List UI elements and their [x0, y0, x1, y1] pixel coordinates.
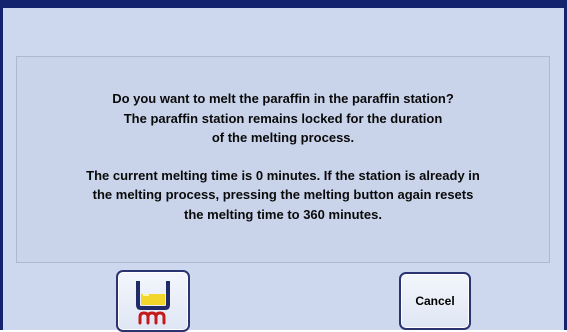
message-line: of the melting process. [211, 130, 355, 145]
message-line: the melting time to 360 minutes. [184, 206, 382, 222]
paraffin-melt-icon [136, 281, 170, 325]
message-paragraph-melting-time: The current melting time is 0 minutes. I… [17, 166, 549, 225]
message-line: Do you want to melt the paraffin in the … [112, 91, 454, 106]
message-paragraph-confirm: Do you want to melt the paraffin in the … [17, 89, 549, 148]
melt-paraffin-dialog: Do you want to melt the paraffin in the … [0, 0, 567, 332]
message-line: The current melting time is 0 minutes. I… [86, 167, 480, 183]
message-panel: Do you want to melt the paraffin in the … [16, 56, 550, 263]
melt-paraffin-button[interactable] [116, 270, 190, 332]
cancel-button-label: Cancel [415, 294, 455, 308]
message-line: The paraffin station remains locked for … [123, 110, 443, 126]
cancel-button[interactable]: Cancel [399, 272, 471, 330]
message-line: the melting process, pressing the meltin… [92, 187, 474, 202]
